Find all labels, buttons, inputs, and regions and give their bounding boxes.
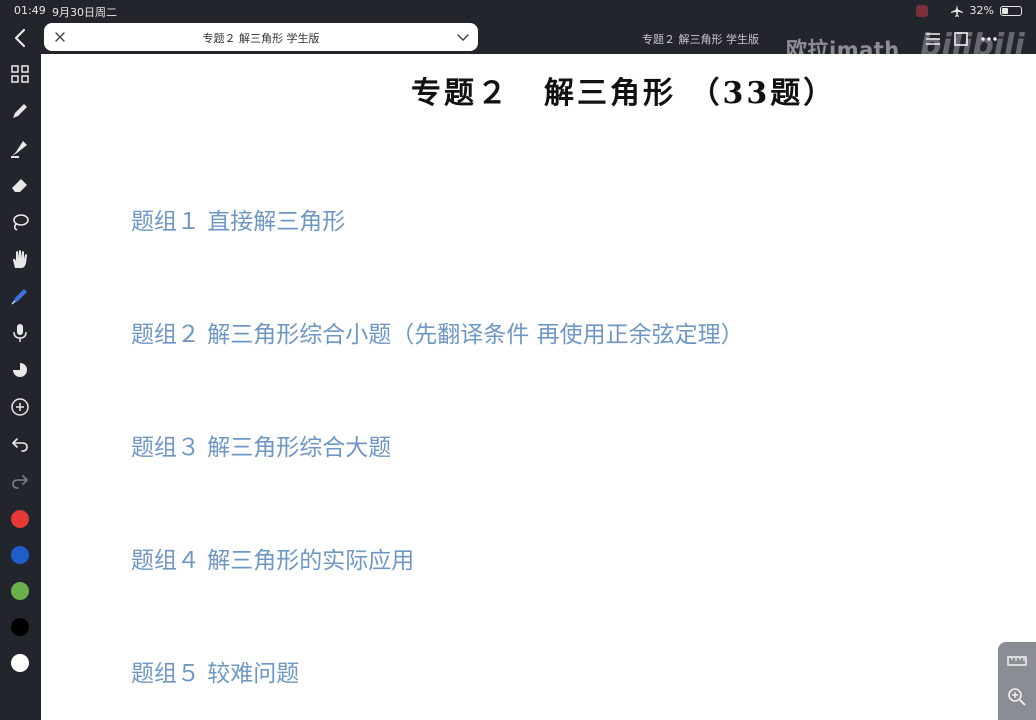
eraser-icon[interactable] bbox=[9, 174, 31, 196]
chevron-down-icon[interactable] bbox=[456, 30, 470, 44]
question-group-3: 题组３ 解三角形综合大题 bbox=[131, 435, 392, 461]
airplane-icon bbox=[950, 4, 963, 17]
highlighter-icon[interactable] bbox=[9, 137, 31, 159]
heading-topic: 专题２ bbox=[411, 76, 510, 111]
document-tab[interactable]: 专题２ 解三角形 学生版 bbox=[44, 23, 478, 51]
recording-indicator bbox=[916, 5, 928, 17]
question-group-2: 题组２ 解三角形综合小题（先翻译条件 再使用正余弦定理） bbox=[131, 322, 744, 348]
color-white-swatch[interactable] bbox=[11, 654, 29, 672]
battery-icon bbox=[1000, 5, 1022, 16]
document-heading: 专题２ 解三角形 （33题） bbox=[411, 68, 836, 112]
status-time: 01:49 bbox=[14, 4, 46, 17]
battery-percent: 32% bbox=[969, 4, 994, 17]
color-blue-swatch[interactable] bbox=[11, 546, 29, 564]
lasso-icon[interactable] bbox=[9, 211, 31, 233]
hand-icon[interactable] bbox=[9, 248, 31, 270]
battery-level bbox=[1002, 7, 1008, 14]
sticker-icon[interactable] bbox=[9, 359, 31, 381]
add-icon[interactable] bbox=[9, 396, 31, 418]
status-date: 9月30日周二 bbox=[52, 6, 117, 19]
top-toolbar-icons bbox=[924, 30, 998, 48]
pen-icon[interactable] bbox=[9, 100, 31, 122]
question-group-5: 题组５ 较难问题 bbox=[131, 661, 300, 687]
ruler-icon[interactable] bbox=[1006, 650, 1028, 672]
color-red-swatch[interactable] bbox=[11, 510, 29, 528]
tab-title: 专题２ 解三角形 学生版 bbox=[202, 32, 320, 45]
thumbnails-icon[interactable] bbox=[9, 63, 31, 85]
question-group-1: 题组１ 直接解三角形 bbox=[131, 209, 346, 235]
status-right: 32% bbox=[950, 4, 1022, 17]
tool-sidebar bbox=[0, 60, 40, 720]
back-chevron-icon[interactable] bbox=[10, 27, 30, 49]
pages-icon[interactable] bbox=[952, 30, 970, 48]
document-title: 专题２ 解三角形 学生版 bbox=[642, 33, 759, 46]
status-bar: 01:49 9月30日周二 32% bbox=[0, 0, 1036, 22]
zoom-in-icon[interactable] bbox=[1006, 686, 1028, 708]
zoom-widget bbox=[998, 642, 1036, 720]
color-green-swatch[interactable] bbox=[11, 582, 29, 600]
heading-title: 解三角形 （33题） bbox=[544, 76, 837, 111]
question-group-4: 题组４ 解三角形的实际应用 bbox=[131, 548, 415, 574]
color-black-swatch[interactable] bbox=[11, 618, 29, 636]
document-page[interactable]: 专题２ 解三角形 （33题） 题组１ 直接解三角形 题组２ 解三角形综合小题（先翻… bbox=[41, 54, 1036, 720]
fountain-pen-icon[interactable] bbox=[9, 285, 31, 307]
list-icon[interactable] bbox=[924, 30, 942, 48]
microphone-icon[interactable] bbox=[9, 322, 31, 344]
more-icon[interactable] bbox=[980, 30, 998, 48]
undo-icon[interactable] bbox=[9, 433, 31, 455]
redo-icon[interactable] bbox=[9, 470, 31, 492]
